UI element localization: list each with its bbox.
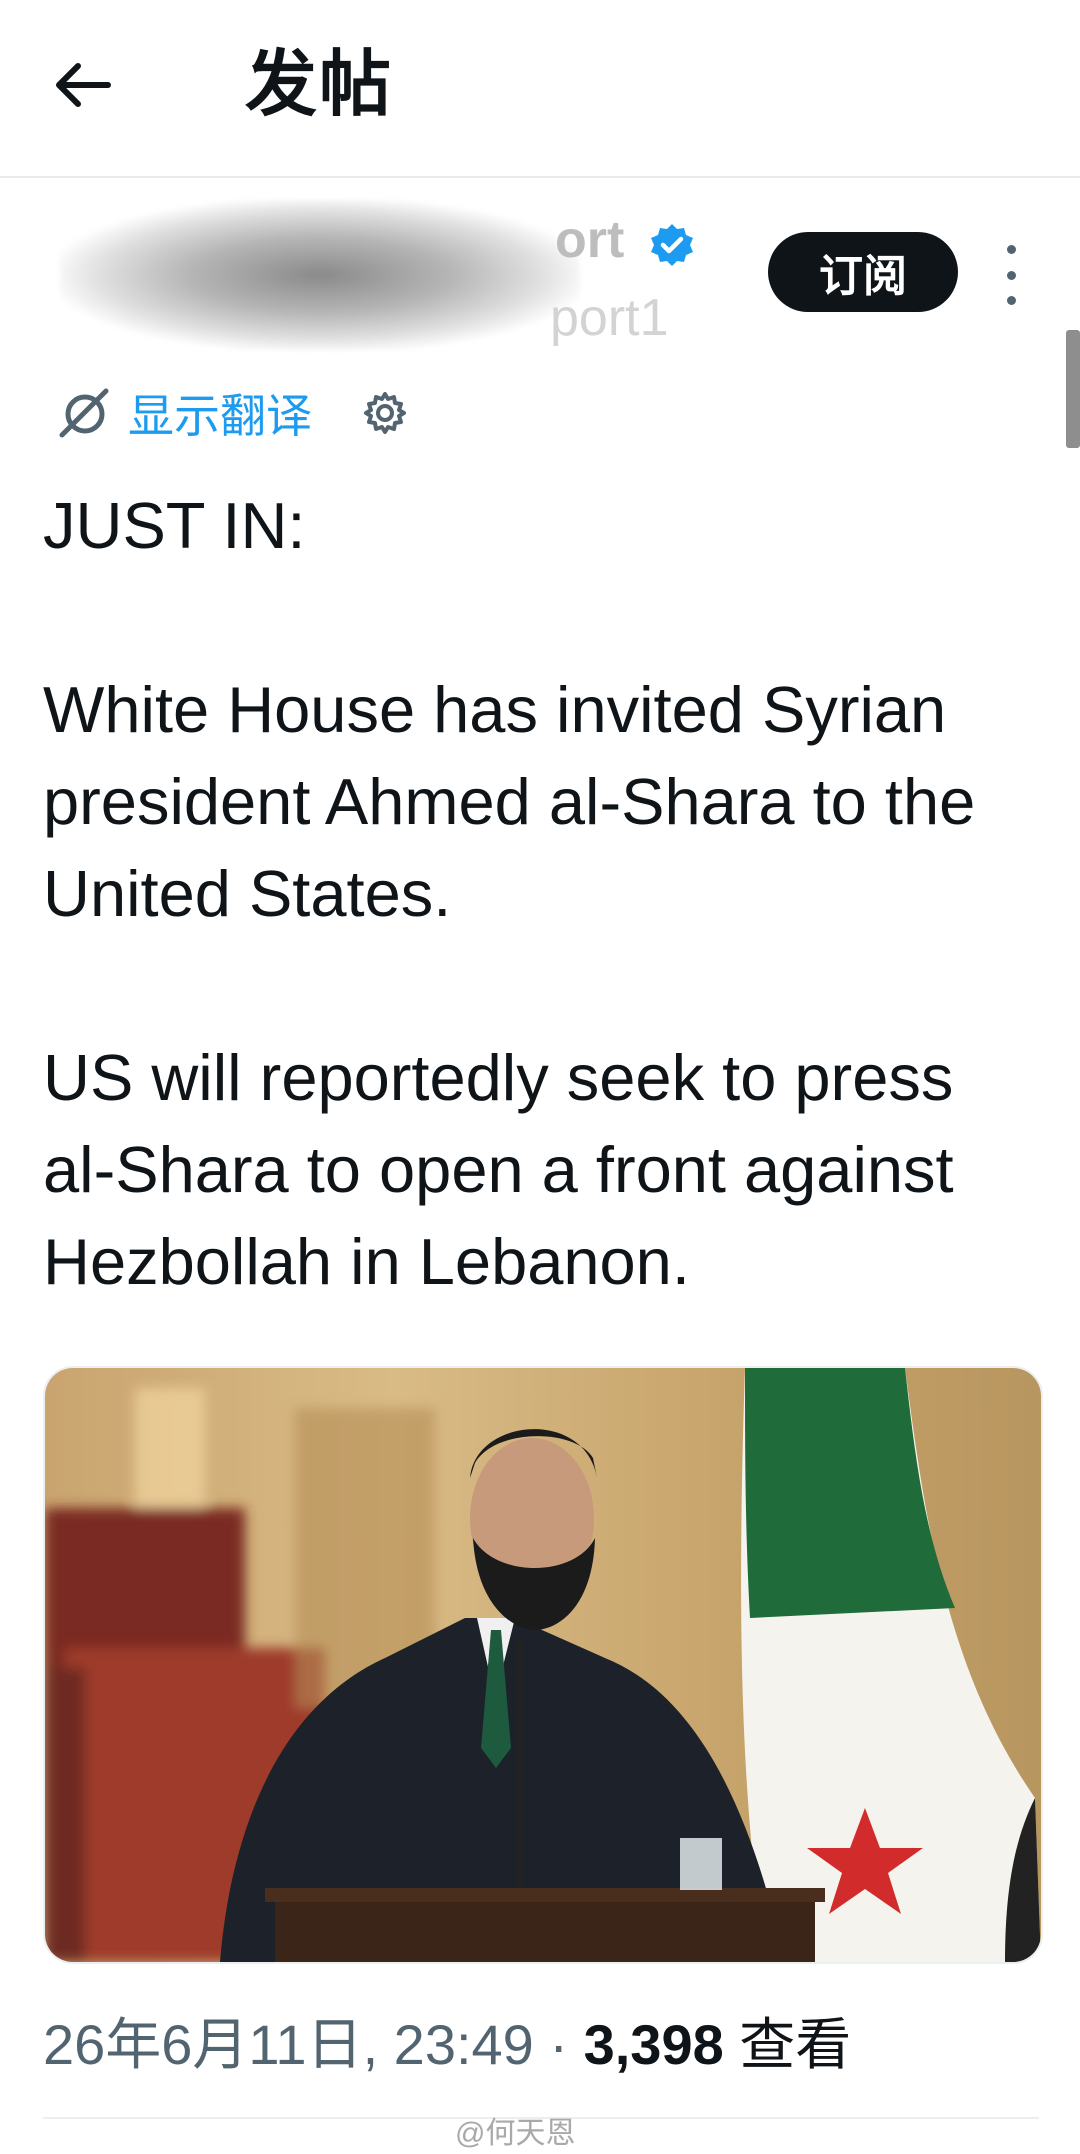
page-title: 发帖 (245, 45, 394, 125)
back-button[interactable] (52, 45, 142, 125)
more-vertical-icon (1006, 270, 1016, 280)
more-vertical-icon (1006, 296, 1016, 305)
redacted-avatar-and-name (60, 200, 580, 350)
timestamp: 26年6月11日, 23:49 (43, 2013, 534, 2076)
author-handle: port1 (550, 289, 669, 347)
author-info[interactable]: ort port1 (50, 190, 700, 350)
author-name: ort (555, 211, 625, 269)
gear-icon[interactable] (362, 390, 408, 436)
views-label: 查看 (739, 2013, 852, 2076)
post-paragraph: White House has invited Syrian president… (43, 673, 976, 930)
post-photo[interactable] (43, 1366, 1043, 1964)
more-options-button[interactable] (995, 245, 1027, 305)
translate-icon[interactable] (58, 387, 110, 439)
post-paragraph: US will reportedly seek to press al-Shar… (43, 1041, 954, 1298)
separator-dot: · (533, 2013, 584, 2076)
show-translation-link[interactable]: 显示翻译 (128, 380, 312, 446)
photo-illustration (45, 1368, 1041, 1962)
watermark: @何天恩 (455, 2117, 576, 2150)
views-count[interactable]: 3,398 (584, 2013, 724, 2076)
subscribe-button[interactable]: 订阅 (768, 232, 958, 312)
arrow-left-icon (56, 63, 111, 107)
more-vertical-icon (1006, 245, 1016, 254)
post-line-just-in: JUST IN: (43, 489, 306, 562)
translate-row: 显示翻译 (58, 378, 408, 448)
post-text: JUST IN: White House has invited Syrian … (43, 480, 1043, 1308)
verified-badge-icon (651, 224, 693, 266)
scrollbar[interactable] (1066, 330, 1080, 448)
post-meta: 26年6月11日, 23:49 · 3,398 查看 (43, 2010, 851, 2080)
top-bar: 发帖 (0, 0, 1080, 178)
